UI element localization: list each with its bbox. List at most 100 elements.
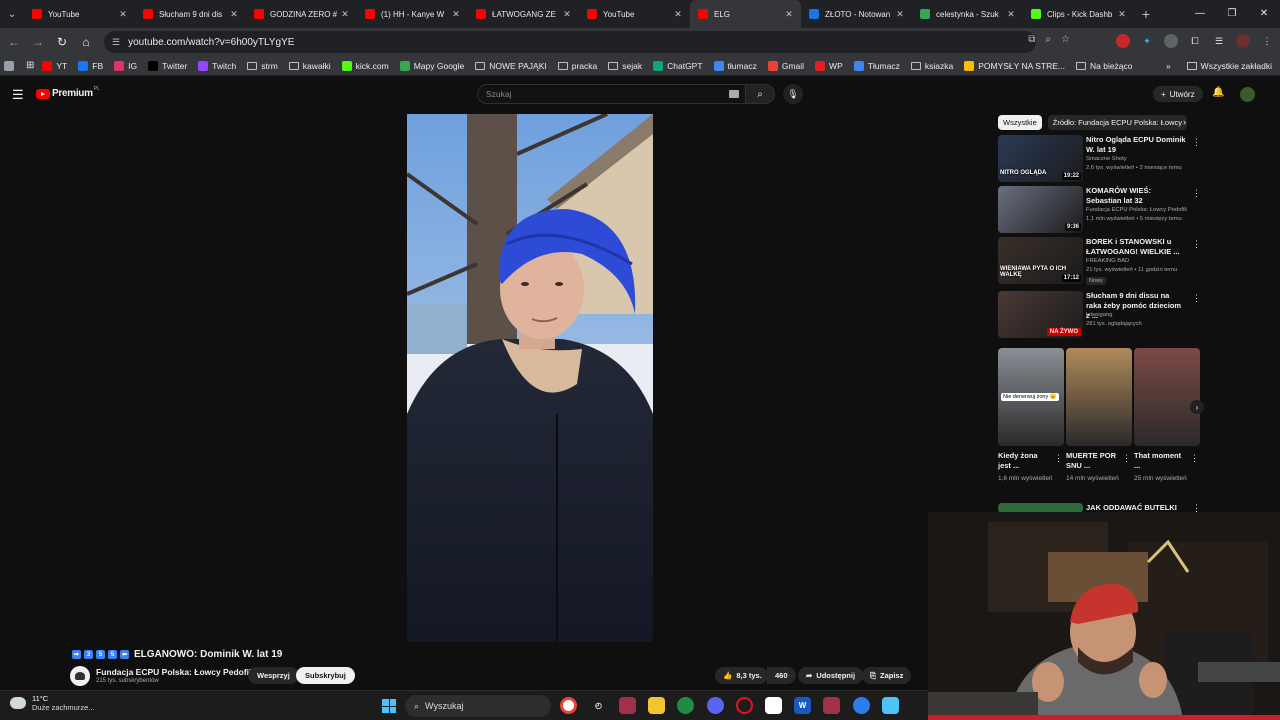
tab-close-icon[interactable]: ✕ <box>228 9 240 20</box>
file-explorer-icon[interactable] <box>648 697 665 714</box>
notepad-icon[interactable] <box>882 697 899 714</box>
shorts-next-arrow-icon[interactable]: › <box>1190 400 1204 414</box>
account-avatar[interactable] <box>1240 87 1255 102</box>
extensions-puzzle-icon[interactable]: ⧠ <box>1188 34 1202 48</box>
zoom-icon[interactable]: ⌕ <box>1045 34 1051 45</box>
short-item[interactable]: MUERTE POR SNU ... 14 mln wyświetleń ⋮ <box>1066 348 1132 482</box>
tab-close-icon[interactable]: ✕ <box>117 9 129 20</box>
video-player[interactable] <box>407 114 653 642</box>
new-tab-button[interactable]: + <box>1134 6 1158 22</box>
tab-close-icon[interactable]: ✕ <box>339 9 351 20</box>
bookmark-item[interactable]: YT <box>42 60 67 71</box>
bookmark-star-icon[interactable]: ☆ <box>1061 34 1070 45</box>
bookmark-item[interactable]: Twitter <box>148 60 187 71</box>
browser-tab[interactable]: Clips - Kick Dashb ✕ <box>1023 0 1134 28</box>
discord-icon[interactable] <box>707 697 724 714</box>
minimize-icon[interactable]: — <box>1184 0 1216 28</box>
bookmark-item[interactable]: POMYSŁY NA STRE... <box>964 60 1065 71</box>
more-options-icon[interactable]: ⋮ <box>1192 293 1201 304</box>
recommendation-item[interactable]: WIENIAWA PYTA O ICH WALKĘ 17:12 BOREK i ST… <box>998 237 1201 285</box>
voice-search-button[interactable]: 🎙 <box>783 84 803 104</box>
more-options-icon[interactable]: ⋮ <box>1122 453 1131 464</box>
browser-tab[interactable]: celestynka - Szuk ✕ <box>912 0 1023 28</box>
all-bookmarks-link[interactable]: Wszystkie zakładki <box>1201 61 1272 71</box>
bookmark-item[interactable]: kick.com <box>341 60 389 71</box>
app-icon[interactable] <box>823 697 840 714</box>
recommendation-item[interactable]: 9:36 KOMARÓW WIEŚ: Sebastian lat 32 Fundac… <box>998 186 1201 234</box>
tab-search-icon[interactable]: ⌄ <box>0 0 24 28</box>
tab-close-icon[interactable]: ✕ <box>894 9 906 20</box>
browser-tab[interactable]: YouTube ✕ <box>24 0 135 28</box>
bookmark-item[interactable]: Gmail <box>767 60 804 71</box>
app-icon[interactable] <box>677 697 694 714</box>
bookmark-item[interactable]: pracka <box>557 61 597 71</box>
close-window-icon[interactable]: ✕ <box>1248 0 1280 28</box>
bookmark-item[interactable]: Mapy Google <box>399 60 464 71</box>
apps-icon[interactable] <box>4 60 18 71</box>
browser-tab[interactable]: ZŁOTO - Notowan ✕ <box>801 0 912 28</box>
bookmark-item[interactable]: strm <box>247 61 278 71</box>
bookmark-item[interactable]: FB <box>78 60 103 71</box>
short-item[interactable]: Nie denerwuj żony 😠 Kiedy żona jest ... 1,… <box>998 348 1064 482</box>
create-button[interactable]: + Utwórz <box>1153 86 1203 102</box>
extension-icon[interactable]: ✦ <box>1140 34 1154 48</box>
bookmark-item[interactable]: kawałki <box>288 61 331 71</box>
channel-avatar[interactable] <box>70 666 90 686</box>
bookmark-item[interactable]: ChatGPT <box>653 60 703 71</box>
timer-app-icon[interactable]: ◴ <box>590 697 607 714</box>
more-options-icon[interactable]: ⋮ <box>1192 239 1201 250</box>
record-extension-icon[interactable] <box>1116 34 1130 48</box>
tab-close-icon[interactable]: ✕ <box>1005 9 1017 20</box>
browser-tab[interactable]: YouTube ✕ <box>579 0 690 28</box>
bookmark-item[interactable]: sejak <box>608 61 642 71</box>
tab-close-icon[interactable]: ✕ <box>672 9 684 20</box>
extension-icon[interactable] <box>1164 34 1178 48</box>
search-button[interactable]: ⌕ <box>745 84 775 104</box>
bookmark-item[interactable]: Twitch <box>198 60 236 71</box>
filter-chip[interactable]: Wszystkie <box>998 115 1042 130</box>
taskbar-search[interactable]: ⌕ Wyszukaj <box>405 695 551 717</box>
recommendation-item[interactable]: NITRO OGLĄDA 19:22 Nitro Ogląda ECPU Domin… <box>998 135 1201 183</box>
share-button[interactable]: ➦ Udostępnij <box>798 667 864 684</box>
bookmark-item[interactable]: IG <box>114 60 137 71</box>
like-button[interactable]: 👍 8,3 tys. <box>715 667 768 684</box>
profile-avatar[interactable] <box>1236 34 1250 48</box>
forward-icon[interactable]: → <box>26 35 50 49</box>
tab-close-icon[interactable]: ✕ <box>561 9 573 20</box>
browser-tab[interactable]: ELG ✕ <box>690 0 801 28</box>
weather-widget[interactable]: 11°C Duże zachmurze... <box>10 694 95 712</box>
install-app-icon[interactable]: ⧉ <box>1028 34 1035 45</box>
bookmark-item[interactable]: Na bieżąco <box>1075 61 1133 71</box>
chevron-right-icon[interactable]: › <box>1183 117 1186 127</box>
tab-close-icon[interactable]: ✕ <box>1116 9 1128 20</box>
menu-hamburger-icon[interactable]: ☰ <box>12 87 24 103</box>
word-icon[interactable]: W <box>794 697 811 714</box>
bookmark-item[interactable]: Tłumacz <box>853 60 900 71</box>
app-icon[interactable] <box>619 697 636 714</box>
bookmark-item[interactable]: NOWE PAJĄKI <box>475 61 547 71</box>
subscribe-button[interactable]: Subskrybuj <box>296 667 355 684</box>
tab-close-icon[interactable]: ✕ <box>783 9 795 20</box>
chrome-icon[interactable] <box>560 697 577 714</box>
more-options-icon[interactable]: ⋮ <box>1054 453 1063 464</box>
search-input[interactable]: Szukaj <box>477 84 745 104</box>
tab-close-icon[interactable]: ✕ <box>450 9 462 20</box>
youtube-logo[interactable]: Premium PL <box>36 86 100 99</box>
short-item[interactable]: That moment ... 25 mln wyświetleń ⋮ <box>1134 348 1200 482</box>
more-bookmarks-icon[interactable]: » <box>1166 61 1171 71</box>
app-icon[interactable] <box>853 697 870 714</box>
windows-start-icon[interactable] <box>382 699 396 713</box>
browser-tab[interactable]: ŁATWOGANG ZE ✕ <box>468 0 579 28</box>
save-button[interactable]: ⎘ Zapisz <box>862 667 912 684</box>
channel-name[interactable]: Fundacja ECPU Polska: Łowcy Pedofili <box>96 667 254 677</box>
back-icon[interactable]: ← <box>2 35 26 49</box>
browser-tab[interactable]: (1) HH - Kanye W ✕ <box>357 0 468 28</box>
browser-tab[interactable]: Słucham 9 dni dis ✕ <box>135 0 246 28</box>
reload-icon[interactable]: ↻ <box>50 35 74 49</box>
browser-tab[interactable]: GODZINA ZERO # ✕ <box>246 0 357 28</box>
bookmark-item[interactable]: WP <box>815 60 843 71</box>
notion-icon[interactable] <box>765 697 782 714</box>
filter-chip[interactable]: Źródło: Fundacja ECPU Polska: Łowcy <box>1047 115 1187 130</box>
more-options-icon[interactable]: ⋮ <box>1190 453 1199 464</box>
more-options-icon[interactable]: ⋮ <box>1192 137 1201 148</box>
